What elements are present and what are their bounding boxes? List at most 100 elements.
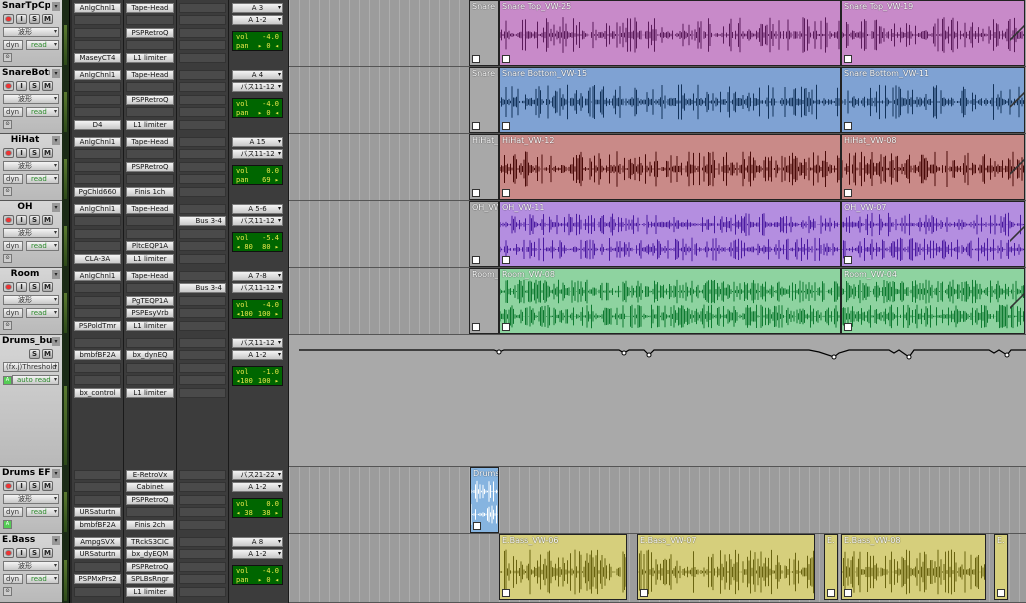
track-name[interactable]: HiHat xyxy=(2,135,48,146)
insert-slot[interactable]: L1 limiter xyxy=(126,388,174,398)
input-monitor-button[interactable]: I xyxy=(16,148,27,158)
record-enable-button[interactable] xyxy=(3,81,14,91)
insert-slot-empty[interactable] xyxy=(74,338,121,348)
insert-slot-empty[interactable] xyxy=(74,107,121,117)
insert-slot-empty[interactable] xyxy=(74,40,121,50)
solo-button[interactable]: S xyxy=(29,481,40,491)
automation-mode-selector[interactable]: read xyxy=(26,40,59,50)
dyn-button[interactable]: dyn xyxy=(3,241,23,251)
insert-slot[interactable]: bx_dynEQ xyxy=(126,350,174,360)
input-monitor-button[interactable]: I xyxy=(16,81,27,91)
insert-slot[interactable]: URSaturtn xyxy=(74,549,121,559)
send-slot-empty[interactable] xyxy=(179,363,226,373)
insert-slot-empty[interactable] xyxy=(74,216,121,226)
automation-line[interactable] xyxy=(289,335,1026,395)
insert-slot-empty[interactable] xyxy=(74,495,121,505)
insert-slot[interactable]: SPLBsRngr xyxy=(126,574,174,584)
automation-mode-selector[interactable]: read xyxy=(26,107,59,117)
record-enable-button[interactable] xyxy=(3,282,14,292)
insert-slot[interactable]: TRckS3CIC xyxy=(126,537,174,547)
insert-slot[interactable]: PgChld660 xyxy=(74,187,121,197)
insert-slot-empty[interactable] xyxy=(126,338,174,348)
send-slot-empty[interactable] xyxy=(179,229,226,239)
send-slot-empty[interactable] xyxy=(179,3,226,13)
insert-slot-empty[interactable] xyxy=(74,296,121,306)
solo-button[interactable]: S xyxy=(29,81,40,91)
vol-pan-display[interactable]: vol 0.0 ◂ 38 38 ▸ xyxy=(232,498,283,518)
send-slot-empty[interactable] xyxy=(179,562,226,572)
output-selector[interactable]: バス11-12 xyxy=(232,216,283,226)
insert-slot-empty[interactable] xyxy=(74,562,121,572)
audio-region[interactable]: OH_VW-11 xyxy=(499,201,841,267)
insert-slot[interactable]: L1 limiter xyxy=(126,321,174,331)
send-slot-empty[interactable] xyxy=(179,254,226,264)
dyn-button[interactable]: dyn xyxy=(3,507,23,517)
playlist-icon[interactable]: ⊙ xyxy=(3,587,12,596)
send-slot-empty[interactable] xyxy=(179,70,226,80)
insert-slot-empty[interactable] xyxy=(126,107,174,117)
insert-slot-empty[interactable] xyxy=(74,363,121,373)
send-slot-empty[interactable] xyxy=(179,296,226,306)
automation-icon[interactable]: A xyxy=(3,376,12,385)
track-menu-arrow[interactable]: ▾ xyxy=(52,270,60,279)
send-slot[interactable]: Bus 3-4 xyxy=(179,216,226,226)
insert-slot[interactable]: bx_dyEQM xyxy=(126,549,174,559)
insert-slot[interactable]: L1 limiter xyxy=(126,120,174,130)
output-selector[interactable]: バス11-12 xyxy=(232,283,283,293)
audio-region[interactable]: Snare Top_VW-25 xyxy=(499,0,841,66)
input-monitor-button[interactable]: I xyxy=(16,282,27,292)
insert-slot[interactable]: URSaturtn xyxy=(74,507,121,517)
insert-slot-empty[interactable] xyxy=(74,15,121,25)
send-slot[interactable]: Bus 3-4 xyxy=(179,283,226,293)
mute-button[interactable]: M xyxy=(42,81,53,91)
send-slot-empty[interactable] xyxy=(179,53,226,63)
track-menu-arrow[interactable]: ▾ xyxy=(52,337,60,346)
input-selector[interactable]: バス11-12 xyxy=(232,338,283,348)
input-monitor-button[interactable]: I xyxy=(16,14,27,24)
input-monitor-button[interactable]: I xyxy=(16,481,27,491)
track-view-selector[interactable]: 波形 xyxy=(3,561,59,571)
output-selector[interactable]: A 1-2 xyxy=(232,15,283,25)
insert-slot-empty[interactable] xyxy=(74,241,121,251)
audio-region[interactable]: Room_VW-04 xyxy=(841,268,1025,334)
insert-slot-empty[interactable] xyxy=(74,283,121,293)
audio-region[interactable]: OH_VW xyxy=(469,201,499,267)
send-slot-empty[interactable] xyxy=(179,204,226,214)
dyn-button[interactable]: dyn xyxy=(3,40,23,50)
audio-region[interactable]: Drums xyxy=(470,467,499,533)
insert-slot[interactable]: PSPEsyVrb xyxy=(126,308,174,318)
insert-slot[interactable]: AnlgChnl1 xyxy=(74,3,121,13)
insert-slot[interactable]: PSPoldTmr xyxy=(74,321,121,331)
insert-slot[interactable]: Tape-Head xyxy=(126,271,174,281)
send-slot-empty[interactable] xyxy=(179,107,226,117)
send-slot-empty[interactable] xyxy=(179,149,226,159)
mute-button[interactable]: M xyxy=(42,282,53,292)
record-enable-button[interactable] xyxy=(3,548,14,558)
solo-button[interactable]: S xyxy=(29,215,40,225)
send-slot-empty[interactable] xyxy=(179,507,226,517)
insert-slot-empty[interactable] xyxy=(126,15,174,25)
insert-slot[interactable]: Tape-Head xyxy=(126,70,174,80)
mute-button[interactable]: M xyxy=(42,349,53,359)
send-slot-empty[interactable] xyxy=(179,388,226,398)
input-monitor-button[interactable]: I xyxy=(16,548,27,558)
track-name[interactable]: SnareBotm xyxy=(2,68,50,79)
send-slot-empty[interactable] xyxy=(179,82,226,92)
send-slot-empty[interactable] xyxy=(179,587,226,597)
track-name[interactable]: SnarTpCpy xyxy=(2,1,50,12)
send-slot-empty[interactable] xyxy=(179,350,226,360)
solo-button[interactable]: S xyxy=(29,282,40,292)
output-selector[interactable]: A 1-2 xyxy=(232,482,283,492)
insert-slot-empty[interactable] xyxy=(74,229,121,239)
audio-region[interactable]: E. xyxy=(994,534,1008,600)
insert-slot[interactable]: PSPRetroQ xyxy=(126,562,174,572)
insert-slot-empty[interactable] xyxy=(126,283,174,293)
insert-slot[interactable]: MaseyCT4 xyxy=(74,53,121,63)
mute-button[interactable]: M xyxy=(42,14,53,24)
insert-slot-empty[interactable] xyxy=(74,482,121,492)
insert-slot[interactable]: PSPMxPrs2 xyxy=(74,574,121,584)
audio-region[interactable]: Room_VW-08 xyxy=(499,268,841,334)
track-view-selector[interactable]: 波形 xyxy=(3,228,59,238)
insert-slot[interactable]: AnlgChnl1 xyxy=(74,204,121,214)
insert-slot-empty[interactable] xyxy=(126,363,174,373)
